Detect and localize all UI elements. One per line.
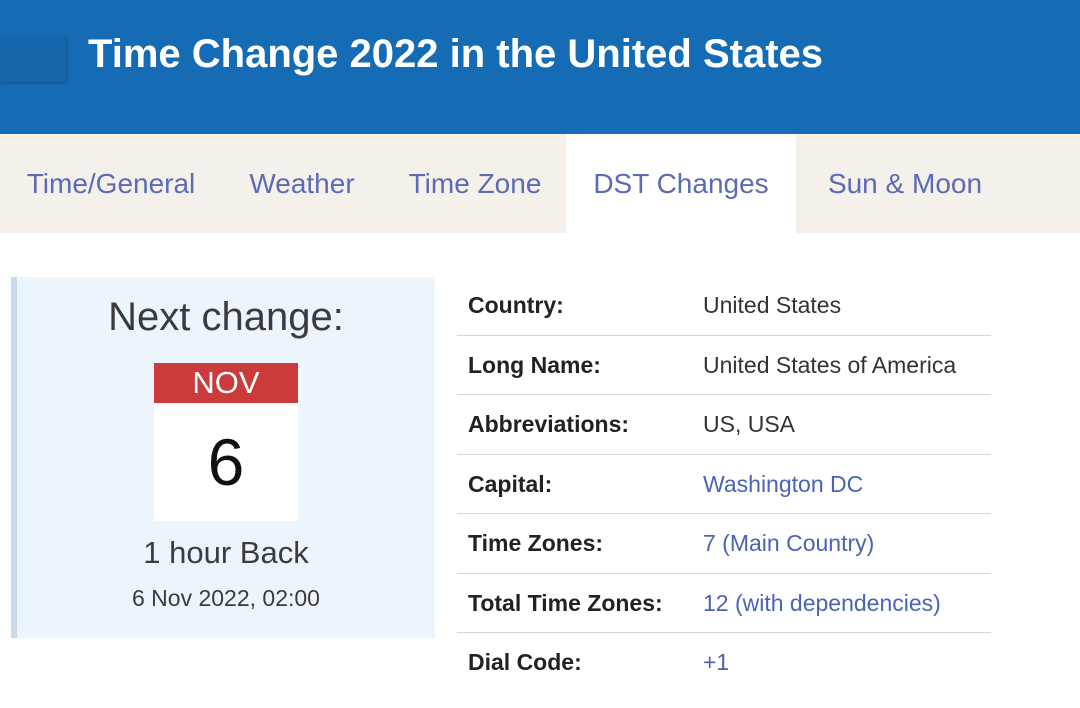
row-value-abbreviations: US, USA [703, 411, 796, 437]
site-header: Time Change 2022 in the United States [0, 0, 1080, 134]
dial-code-link[interactable]: +1 [703, 633, 729, 692]
tab-weather[interactable]: Weather [222, 134, 382, 233]
table-row: Time Zones: 7 (Main Country) [457, 514, 991, 574]
calendar-day: 6 [207, 425, 245, 499]
calendar-month: NOV [154, 363, 298, 403]
page-title: Time Change 2022 in the United States [88, 32, 824, 76]
next-change-title: Next change: [108, 295, 344, 339]
table-row: Long Name: United States of America [457, 336, 991, 395]
section-nav: Time/General Weather Time Zone DST Chang… [0, 134, 1080, 233]
change-description: 1 hour Back [143, 535, 309, 570]
row-label-long-name: Long Name: [468, 351, 601, 378]
row-label-abbreviations: Abbreviations: [468, 411, 630, 437]
table-row: Total Time Zones: 12 (with dependencies) [457, 574, 991, 633]
table-row: Country: United States [457, 276, 991, 336]
capital-link[interactable]: Washington DC [703, 455, 863, 514]
row-label-time-zones: Time Zones: [468, 530, 604, 556]
tab-time-zone[interactable]: Time Zone [382, 134, 568, 233]
row-label-country: Country: [468, 292, 564, 318]
total-time-zones-link[interactable]: 12 (with dependencies) [703, 574, 941, 633]
change-datetime: 6 Nov 2022, 02:00 [132, 585, 320, 611]
row-value-country: United States [703, 292, 842, 318]
time-zones-link[interactable]: 7 (Main Country) [703, 514, 874, 573]
header-menu-tab[interactable] [0, 36, 66, 82]
table-row: Abbreviations: US, USA [457, 395, 991, 455]
table-row: Dial Code: +1 [457, 633, 991, 693]
tab-dst-changes[interactable]: DST Changes [566, 134, 796, 233]
calendar-icon: NOV 6 [154, 363, 298, 521]
country-info-table: Country: United States Long Name: United… [457, 276, 991, 693]
row-value-long-name: United States of America [703, 351, 957, 378]
row-label-total-time-zones: Total Time Zones: [468, 589, 663, 616]
tab-sun-moon[interactable]: Sun & Moon [796, 134, 1014, 233]
tab-time-general[interactable]: Time/General [0, 134, 222, 233]
row-label-capital: Capital: [468, 470, 553, 497]
row-label-dial-code: Dial Code: [468, 649, 582, 675]
table-row: Capital: Washington DC [457, 455, 991, 514]
